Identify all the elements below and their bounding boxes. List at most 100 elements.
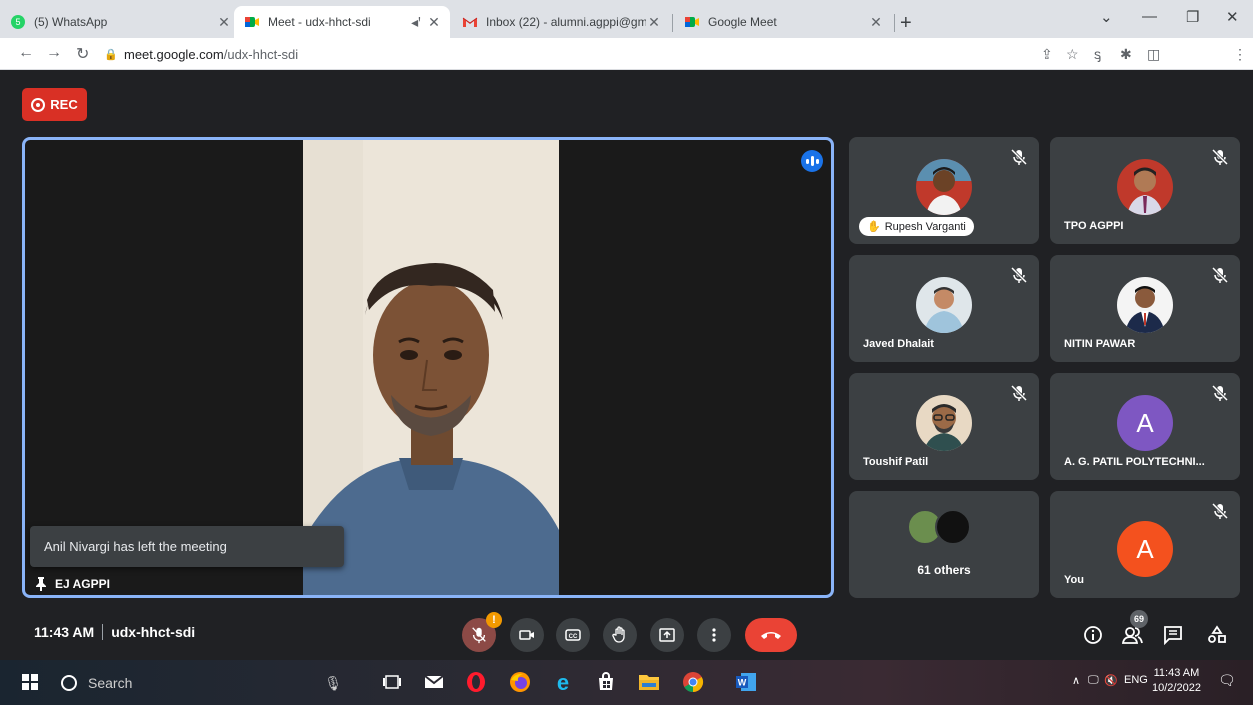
activities-button[interactable] xyxy=(1204,622,1230,648)
clock-date: 10/2/2022 xyxy=(1152,682,1201,694)
mic-muted-icon xyxy=(1211,266,1229,284)
close-tab-icon[interactable]: ✕ xyxy=(426,14,442,30)
tab-whatsapp[interactable]: 5 (5) WhatsApp ✕ xyxy=(0,6,240,38)
meeting-time: 11:43 AM xyxy=(34,624,95,640)
leave-call-button[interactable] xyxy=(745,618,797,652)
meet-stage: REC EJ AGPPI Anil Nivargi has left the m… xyxy=(0,70,1253,660)
mic-muted-icon xyxy=(1010,148,1028,166)
back-icon[interactable]: ← xyxy=(18,44,34,62)
tab-search-icon[interactable]: ⌄ xyxy=(1100,8,1113,26)
main-speaker-name: EJ AGPPI xyxy=(35,577,110,591)
firefox-icon[interactable] xyxy=(508,670,532,694)
task-view-icon[interactable] xyxy=(380,670,404,694)
bookmark-star-icon[interactable]: ☆ xyxy=(1066,46,1079,63)
svg-text:5: 5 xyxy=(15,17,20,27)
gmail-icon xyxy=(462,17,478,27)
participant-tile[interactable]: ✋ Rupesh Varganti xyxy=(849,137,1039,244)
cortana-circle-icon xyxy=(61,675,77,691)
recording-indicator: REC xyxy=(22,88,87,121)
microphone-icon[interactable]: 🎙 xyxy=(324,675,342,692)
self-letter-avatar: A xyxy=(1117,520,1173,577)
tab-title: Inbox (22) - alumni.agppi@gmail xyxy=(486,15,646,29)
volume-muted-icon[interactable]: 🔇 xyxy=(1104,674,1118,687)
tab-gmail[interactable]: Inbox (22) - alumni.agppi@gmail ✕ xyxy=(452,6,670,38)
share-icon[interactable]: ⇪ xyxy=(1041,46,1053,63)
self-tile[interactable]: A You xyxy=(1050,491,1240,598)
extensions-puzzle-icon[interactable]: ✱ xyxy=(1120,46,1132,63)
more-vert-icon xyxy=(712,628,716,642)
participant-photo xyxy=(916,276,972,333)
address-bar: ← → ↻ 🔒 meet.google.com/udx-hhct-sdi ⇪ ☆… xyxy=(0,38,1253,102)
camera-button[interactable] xyxy=(510,618,544,652)
tray-overflow-icon[interactable]: ∧ xyxy=(1072,674,1080,687)
windows-start-icon[interactable] xyxy=(22,674,38,690)
speaking-indicator-icon xyxy=(801,150,823,172)
present-button[interactable] xyxy=(650,618,684,652)
record-icon xyxy=(31,97,46,112)
participant-tile[interactable]: A A. G. PATIL POLYTECHNI... xyxy=(1050,373,1240,480)
internet-explorer-icon[interactable]: e xyxy=(551,670,575,694)
tab-divider xyxy=(672,14,673,32)
lock-icon: 🔒 xyxy=(104,48,118,61)
others-count-label: 61 others xyxy=(917,563,971,577)
mic-warning-badge: ! xyxy=(486,612,502,628)
taskbar-search[interactable]: Search 🎙 xyxy=(46,665,358,701)
tab-meet-active[interactable]: Meet - udx-hhct-sdi ◂ꞌ ✕ xyxy=(234,6,450,38)
close-tab-icon[interactable]: ✕ xyxy=(646,14,662,30)
side-panel-icon[interactable]: ◫ xyxy=(1147,46,1160,63)
participant-tile[interactable]: NITIN PAWAR xyxy=(1050,255,1240,362)
mic-muted-icon xyxy=(1211,148,1229,166)
participant-name: You xyxy=(1064,574,1084,586)
forward-icon[interactable]: → xyxy=(46,44,62,62)
activities-shapes-icon xyxy=(1208,625,1226,643)
language-indicator[interactable]: ENG xyxy=(1124,674,1148,686)
chrome-icon[interactable] xyxy=(681,670,705,694)
participant-name: Toushif Patil xyxy=(863,456,929,468)
rec-label: REC xyxy=(50,97,78,112)
minimize-button[interactable]: — xyxy=(1142,8,1157,25)
others-avatars xyxy=(907,509,971,545)
participant-photo xyxy=(916,158,972,215)
participant-tile[interactable]: TPO AGPPI xyxy=(1050,137,1240,244)
pin-icon[interactable] xyxy=(35,577,47,591)
new-tab-button[interactable]: + xyxy=(900,12,912,35)
opera-icon[interactable] xyxy=(464,670,488,694)
tab-title: Meet - udx-hhct-sdi xyxy=(268,15,371,29)
svg-text:CC: CC xyxy=(569,634,578,640)
restore-button[interactable]: ❐ xyxy=(1186,8,1199,26)
raise-hand-button[interactable] xyxy=(603,618,637,652)
network-icon[interactable]: 🖵 xyxy=(1088,674,1099,687)
word-icon[interactable]: W xyxy=(734,670,758,694)
people-icon xyxy=(1121,627,1143,644)
divider xyxy=(102,624,104,640)
search-placeholder: Search xyxy=(88,675,133,691)
participant-photo xyxy=(916,394,972,451)
url-field[interactable]: 🔒 meet.google.com/udx-hhct-sdi xyxy=(104,42,1034,66)
participant-name: Javed Dhalait xyxy=(863,338,934,350)
notifications-icon[interactable]: 🗨 xyxy=(1218,672,1236,689)
captions-button[interactable]: CC xyxy=(556,618,590,652)
participant-tile[interactable]: Toushif Patil xyxy=(849,373,1039,480)
reload-icon[interactable]: ↻ xyxy=(76,44,89,64)
meeting-code: udx-hhct-sdi xyxy=(111,624,196,640)
tab-google-meet[interactable]: Google Meet ✕ xyxy=(674,6,892,38)
extension-icon[interactable]: ᶊ xyxy=(1094,46,1101,62)
mail-app-icon[interactable] xyxy=(422,670,446,694)
close-tab-icon[interactable]: ✕ xyxy=(868,14,884,30)
close-window-button[interactable]: ✕ xyxy=(1226,8,1239,26)
tab-title: (5) WhatsApp xyxy=(34,15,108,29)
more-options-button[interactable] xyxy=(697,618,731,652)
url-path: /udx-hhct-sdi xyxy=(223,46,299,62)
participant-name: NITIN PAWAR xyxy=(1064,338,1136,350)
store-icon[interactable] xyxy=(594,670,618,694)
file-explorer-icon[interactable] xyxy=(637,670,661,694)
chat-button[interactable] xyxy=(1160,622,1186,648)
menu-kebab-icon[interactable]: ⋮ xyxy=(1233,46,1247,63)
participant-name-text: Rupesh Varganti xyxy=(884,220,966,233)
others-tile[interactable]: 61 others xyxy=(849,491,1039,598)
participant-tile[interactable]: Javed Dhalait xyxy=(849,255,1039,362)
system-clock[interactable]: 11:43 AM 10/2/2022 xyxy=(1152,666,1201,696)
close-tab-icon[interactable]: ✕ xyxy=(216,14,232,30)
audio-playing-icon[interactable]: ◂ꞌ xyxy=(408,14,424,30)
meeting-details-button[interactable] xyxy=(1080,622,1106,648)
